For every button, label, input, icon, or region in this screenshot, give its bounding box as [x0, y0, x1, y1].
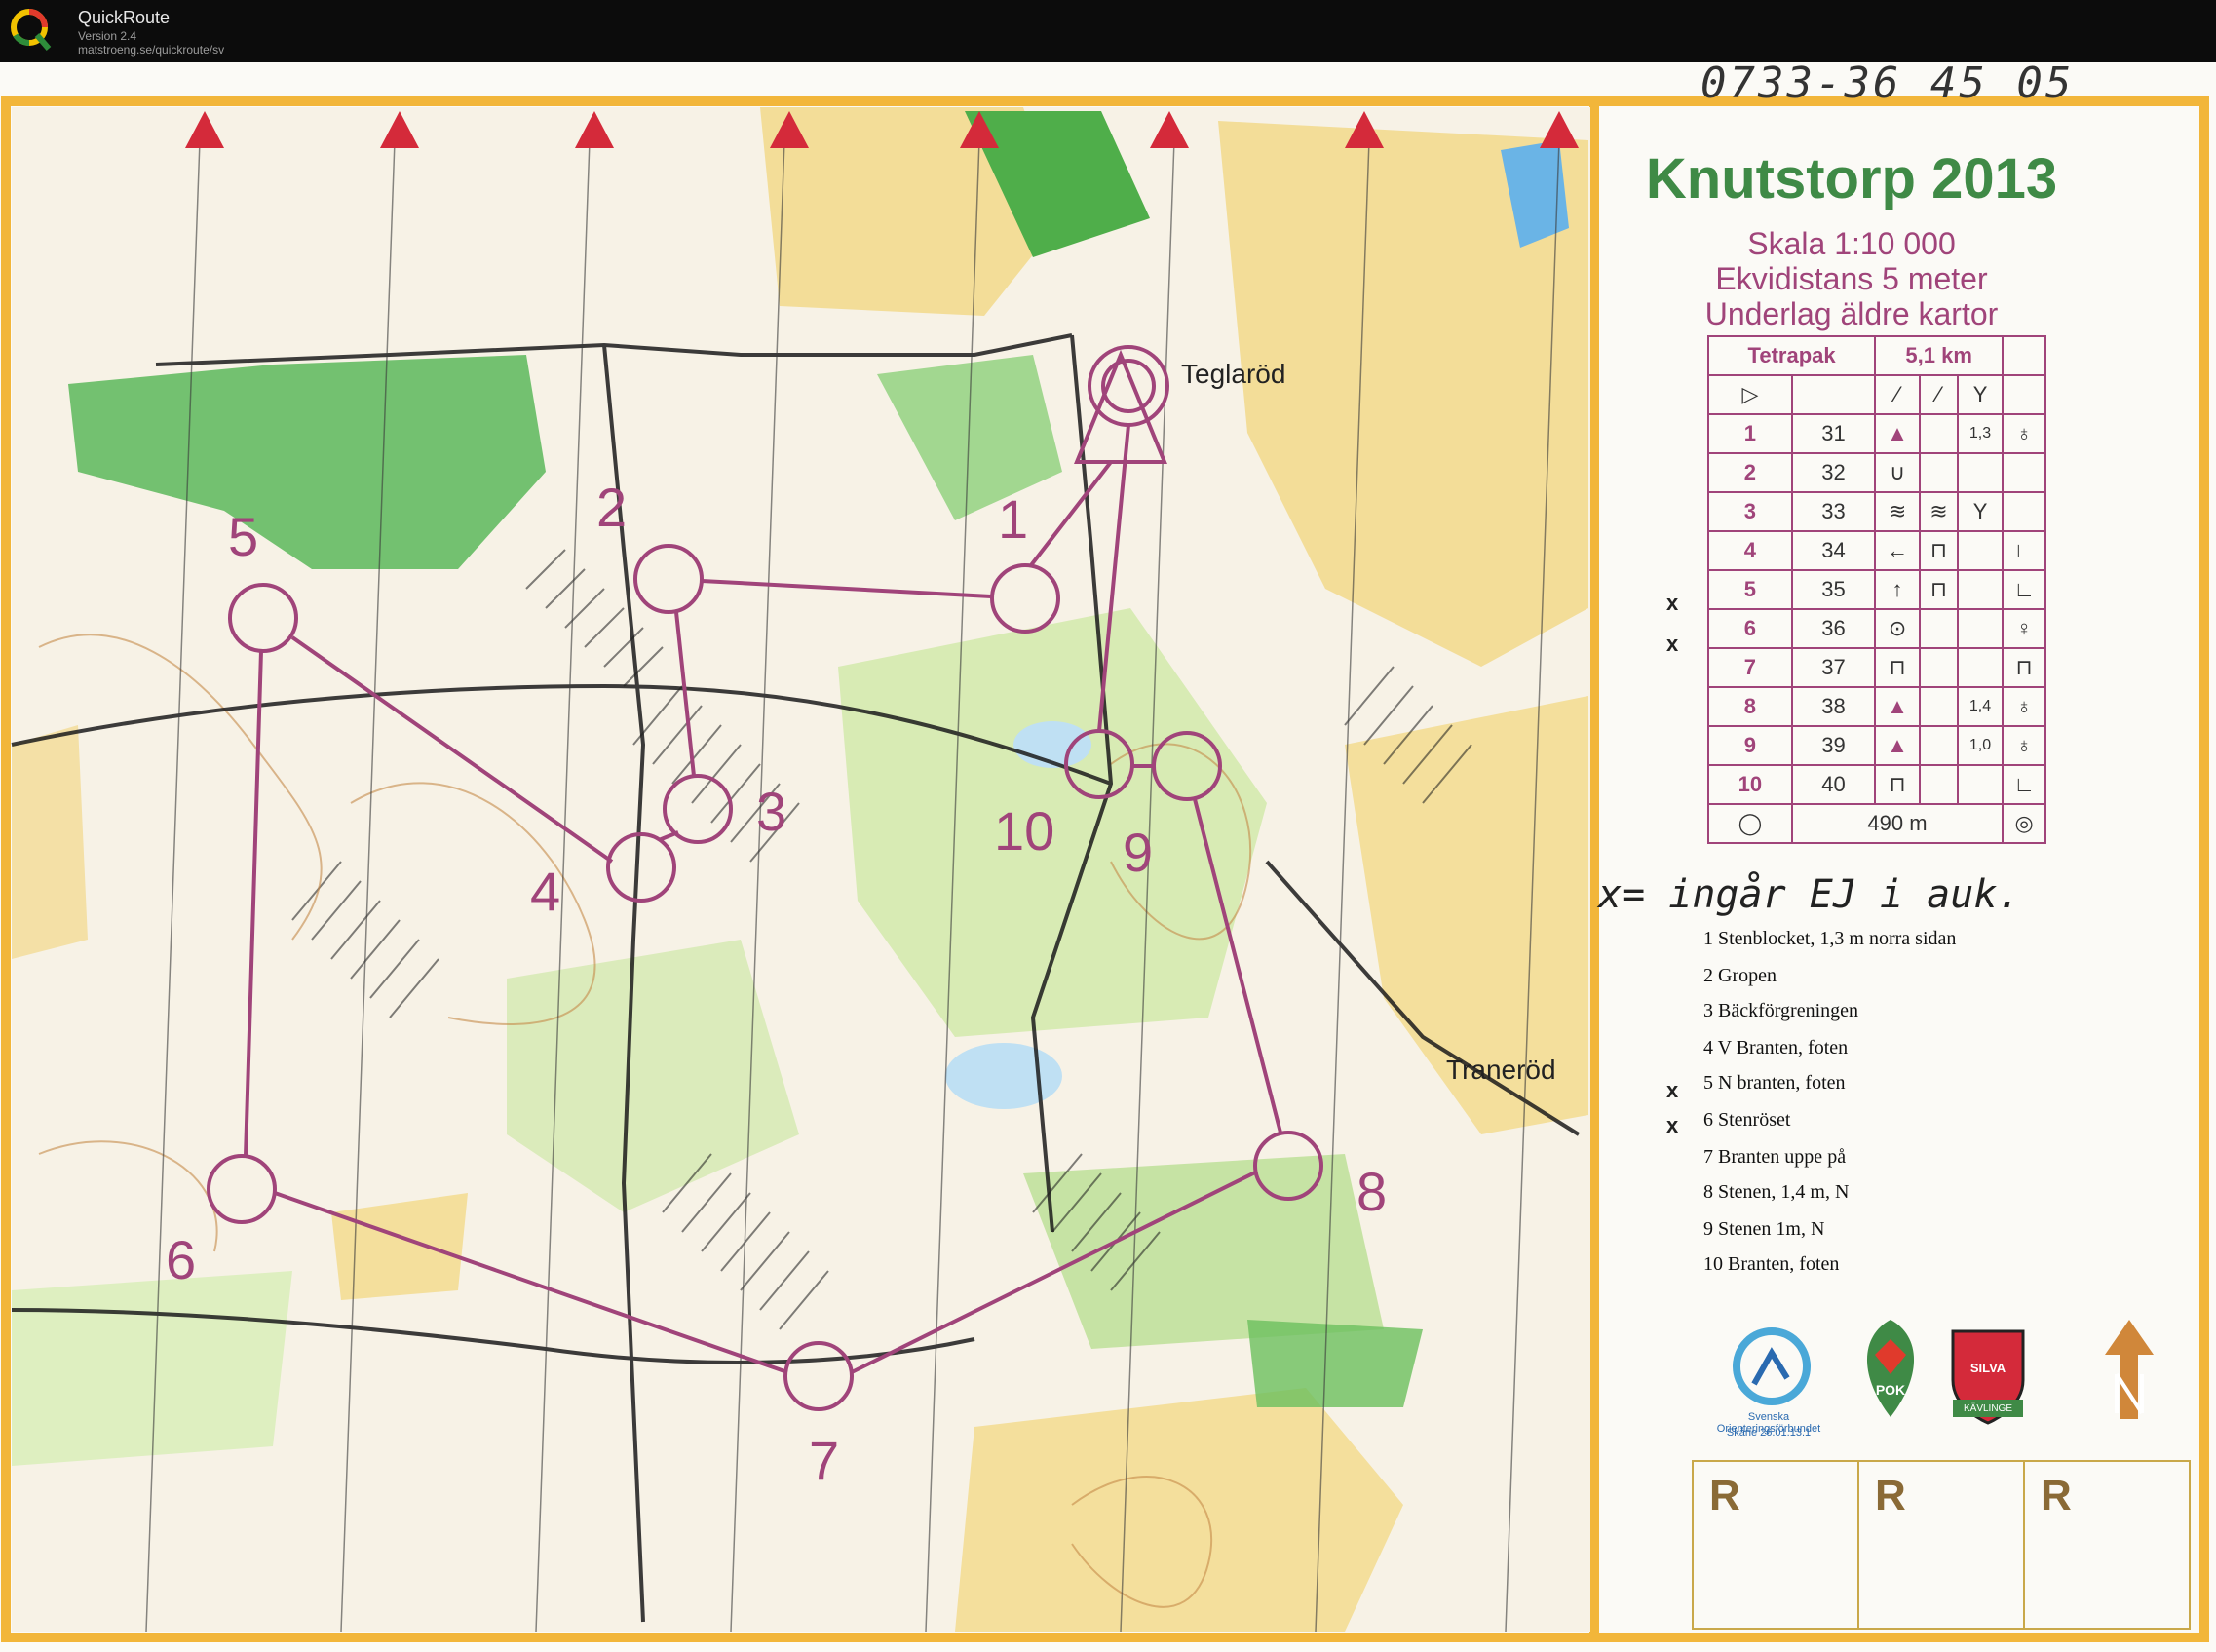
- pok-logo-icon: [1866, 1320, 1915, 1417]
- map-control-label-9: 9: [1123, 822, 1154, 883]
- table-row: 4 34 ← ⊓ ∟: [1707, 530, 2046, 571]
- control-description-table: Tetrapak 5,1 km ▷ ⁄ ⁄ Y 1 31 ▲ 1,3 ♁ 2 3…: [1706, 335, 2046, 844]
- punch-box-r2: R: [1857, 1460, 2025, 1630]
- foot-icon: ∟: [2002, 530, 2046, 571]
- punch-box-r1: R: [1692, 1460, 1859, 1630]
- location-icon: ♁: [2002, 686, 2046, 727]
- table-row: 3 33 ≋ ≋ Y: [1707, 491, 2046, 532]
- control-description: 2 Gropen: [1703, 965, 1777, 986]
- control-description: 4 V Branten, foten: [1703, 1037, 1849, 1058]
- cliff-icon: ⊓: [1918, 530, 1959, 571]
- control-description: 10 Branten, foten: [1703, 1253, 1840, 1275]
- map-control-label-10: 10: [994, 800, 1055, 862]
- struck-mark: x: [1666, 632, 1679, 656]
- table-row: 9 39 ▲ 1,0 ♁: [1707, 725, 2046, 766]
- cliff-icon: ⊓: [1874, 647, 1921, 688]
- kavlinge-text: KÄVLINGE: [1963, 1403, 2013, 1414]
- start-symbol-icon: ▷: [1707, 374, 1793, 415]
- north-arrow-icon: [2105, 1320, 2154, 1419]
- course-name: Tetrapak: [1706, 335, 1877, 376]
- control-description: 6 Stenröset: [1703, 1109, 1791, 1131]
- finish-distance: 490 m: [1790, 803, 2005, 844]
- table-row: 2 32 ∪: [1707, 452, 2046, 493]
- table-row: 6 36 ⊙ ♀: [1707, 608, 2046, 649]
- boulder-icon: ▲: [1874, 413, 1921, 454]
- map-contour-interval: Ekvidistans 5 meter: [1715, 261, 1988, 296]
- sof-date: Skåne 26.01.13.1: [1726, 1427, 1812, 1439]
- finish-start-icon: ◯: [1707, 803, 1793, 844]
- map-control-label-5: 5: [228, 506, 259, 567]
- phone-note: 0733-36 45 05: [1700, 58, 2075, 108]
- table-row: 7 37 ⊓ ⊓: [1707, 647, 2046, 688]
- map-control-label-7: 7: [809, 1430, 840, 1491]
- location-icon: ♁: [2002, 413, 2046, 454]
- foot-icon: ∟: [2002, 764, 2046, 805]
- app-version: Version 2.4: [78, 29, 137, 43]
- sof-logo-icon: [1733, 1327, 1811, 1405]
- app-url: matstroeng.se/quickroute/sv: [78, 43, 225, 57]
- handwritten-note: x= ingår EJ i auk.: [1598, 872, 2021, 917]
- west-arrow-icon: ←: [1874, 530, 1921, 571]
- appearance-column-icon: ⁄: [1918, 374, 1959, 415]
- struck-mark: x: [1666, 1078, 1679, 1102]
- table-row: 10 40 ⊓ ∟: [1707, 764, 2046, 805]
- pit-icon: ∪: [1874, 452, 1921, 493]
- map-control-label-3: 3: [756, 781, 787, 842]
- cliff-icon: ⊓: [1918, 569, 1959, 610]
- foot-icon: ∟: [2002, 569, 2046, 610]
- course-length: 5,1 km: [1874, 335, 2005, 376]
- control-description: 8 Stenen, 1,4 m, N: [1703, 1181, 1850, 1203]
- map-scale: Skala 1:10 000: [1747, 226, 1956, 261]
- table-row: 1 31 ▲ 1,3 ♁: [1707, 413, 2046, 454]
- table-row: 5 35 ↑ ⊓ ∟: [1707, 569, 2046, 610]
- quickroute-logo-icon: [11, 9, 52, 51]
- map-control-label-6: 6: [166, 1229, 197, 1290]
- cliff-icon: ⊓: [1874, 764, 1921, 805]
- finish-icon: ◎: [2002, 803, 2046, 844]
- map-base-info: Underlag äldre kartor: [1704, 296, 1999, 331]
- punch-box-r3: R: [2023, 1460, 2191, 1630]
- boulder-icon: ▲: [1874, 686, 1921, 727]
- struck-mark: x: [1666, 591, 1679, 615]
- place-name-teglarod: Teglaröd: [1181, 359, 1286, 389]
- title-bar: QuickRoute Version 2.4 matstroeng.se/qui…: [0, 0, 2216, 62]
- top-icon: ⊓: [2002, 647, 2046, 688]
- map-title: Knutstorp 2013: [1645, 147, 2058, 211]
- control-description: 1 Stenblocket, 1,3 m norra sidan: [1703, 928, 1957, 949]
- app-title: QuickRoute: [78, 8, 171, 27]
- location-icon: ♁: [2002, 725, 2046, 766]
- place-name-tranerod: Traneröd: [1446, 1055, 1556, 1085]
- stream-icon: ≋: [1874, 491, 1921, 532]
- map-control-label-4: 4: [530, 861, 561, 922]
- map-control-label-8: 8: [1356, 1161, 1388, 1222]
- dimension-column-icon: Y: [1956, 374, 2005, 415]
- junction-icon: Y: [1956, 491, 2005, 532]
- control-description: 7 Branten uppe på: [1703, 1146, 1847, 1168]
- struck-mark: x: [1666, 1113, 1679, 1137]
- boulder-icon: ▲: [1874, 725, 1921, 766]
- control-description: 3 Bäckförgreningen: [1703, 1000, 1859, 1021]
- table-row: 8 38 ▲ 1,4 ♁: [1707, 686, 2046, 727]
- north-arrow-icon: ↑: [1874, 569, 1921, 610]
- pok-text: POK: [1875, 1382, 1906, 1398]
- silva-text: SILVA: [1969, 1361, 2006, 1375]
- control-description: 5 N branten, foten: [1703, 1072, 1846, 1094]
- stream-icon: ≋: [1918, 491, 1959, 532]
- map-control-label-2: 2: [596, 477, 628, 538]
- feature-column-icon: ⁄: [1874, 374, 1921, 415]
- cairn-icon: ⊙: [1874, 608, 1921, 649]
- map-control-label-1: 1: [998, 488, 1029, 550]
- control-description: 9 Stenen 1m, N: [1703, 1218, 1825, 1240]
- location-icon: ♀: [2002, 608, 2046, 649]
